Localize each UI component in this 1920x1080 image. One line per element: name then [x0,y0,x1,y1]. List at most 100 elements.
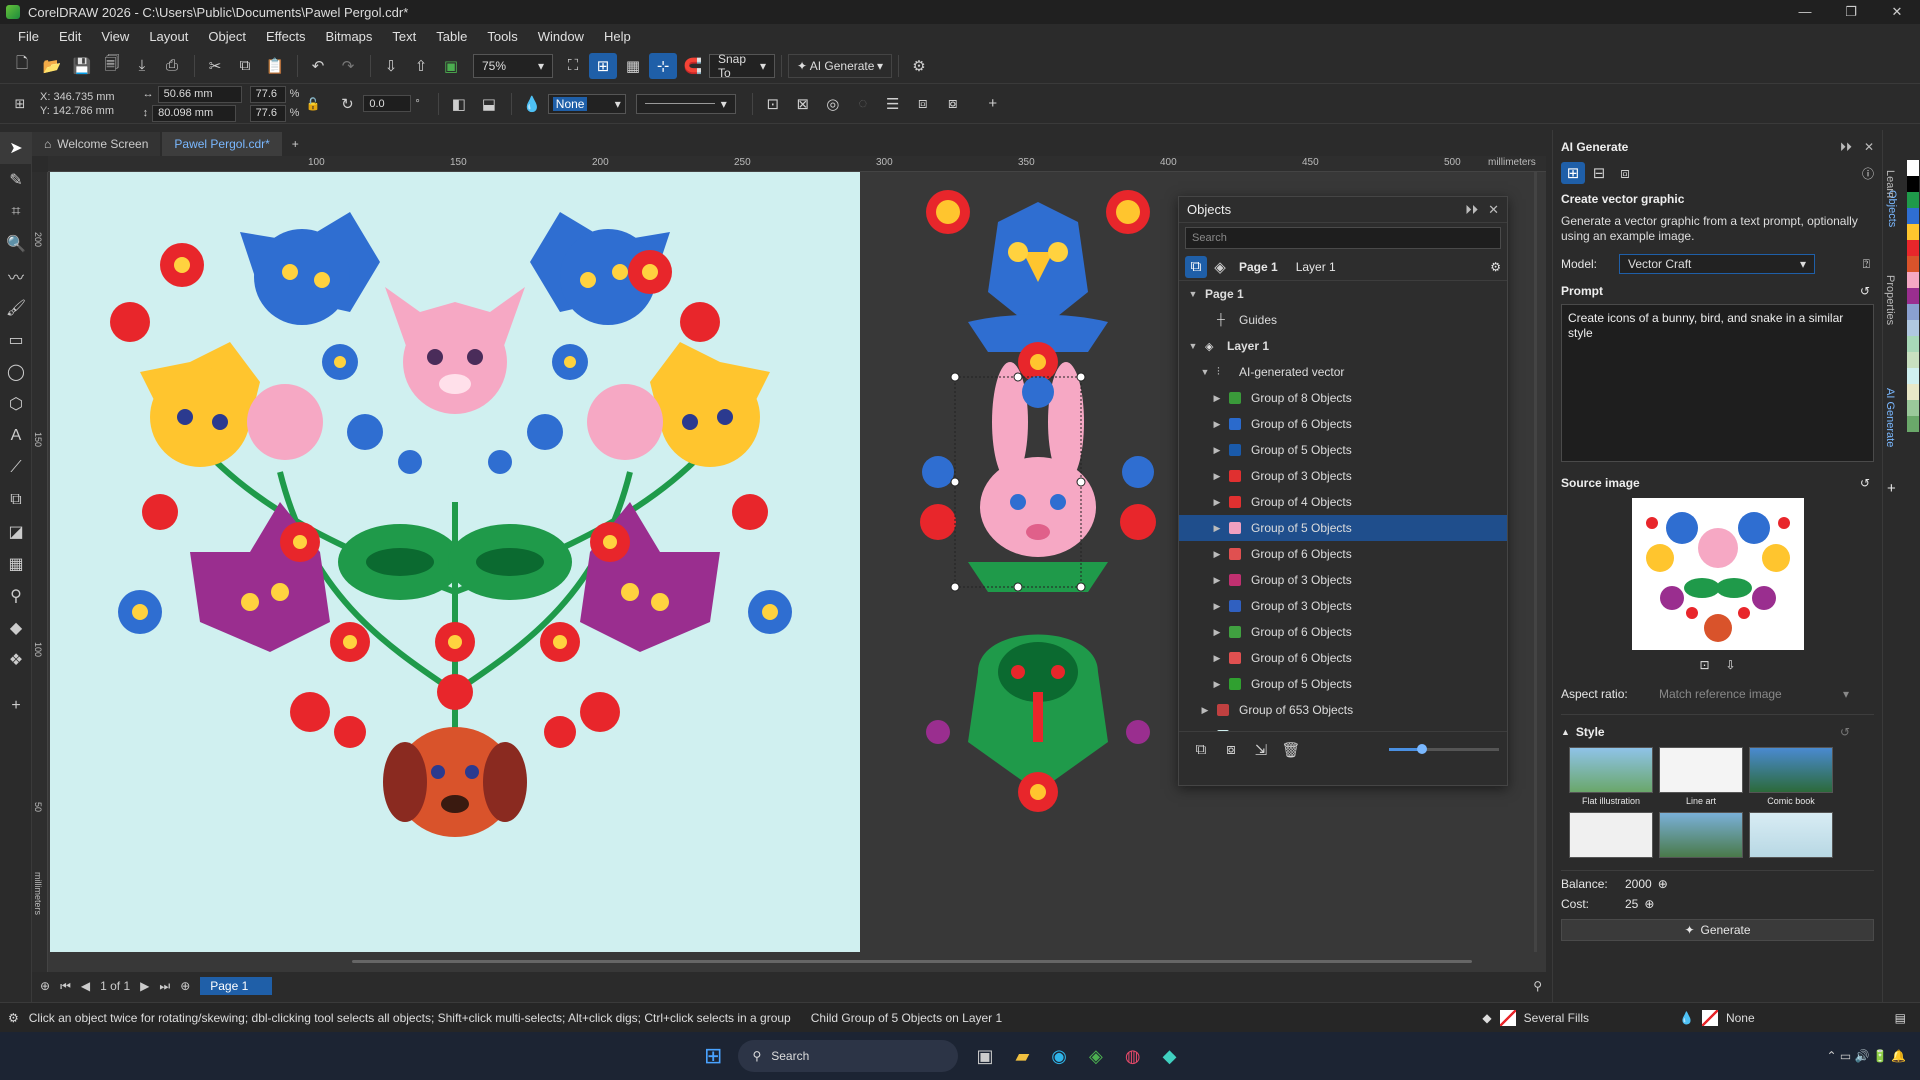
outline-width-dropdown[interactable]: None ▾ [547,93,626,114]
add-tool-icon[interactable]: + [0,690,32,722]
menu-tools[interactable]: Tools [477,29,527,44]
full-screen-icon[interactable]: ⛶ [559,53,587,79]
objects-tree-row[interactable]: ▶ Group of 3 Objects [1179,463,1507,489]
folk-art-artwork[interactable] [50,172,860,952]
break-apart-icon[interactable]: ◌ [849,91,877,117]
ai-generate-dropdown[interactable]: ✦ AI Generate ▾ [788,53,892,78]
text-tool-icon[interactable]: A [0,420,32,452]
lock-ratio-icon[interactable]: 🔓 [299,91,327,117]
expand-arrow-icon[interactable]: ▶ [1211,445,1223,456]
objects-tree-row[interactable]: ▶ Group of 6 Objects [1179,645,1507,671]
objects-tree-row[interactable]: ▶ Group of 8 Objects [1179,385,1507,411]
move-to-layer-icon[interactable]: ⇲ [1247,737,1275,763]
style-line-art[interactable]: Line art [1659,747,1743,806]
upload-image-icon[interactable]: ⇩ [1726,658,1736,672]
generated-icons[interactable] [908,172,1168,972]
combine-icon[interactable]: ◎ [819,91,847,117]
swatch[interactable] [1907,192,1919,208]
objects-tree-row[interactable]: ▶ Group of 3 Objects [1179,567,1507,593]
redo-icon[interactable]: ↷ [334,53,362,79]
new-master-layer-icon[interactable]: ⧇ [1217,737,1245,763]
menu-table[interactable]: Table [426,29,477,44]
zoom-level-dropdown[interactable]: 75% ▾ [473,53,553,78]
reset-prompt-icon[interactable]: ↺ [1860,284,1870,298]
source-image-thumbnail[interactable] [1631,498,1804,650]
expand-arrow-icon[interactable]: ▶ [1211,419,1223,430]
delete-icon[interactable]: 🗑 [1277,737,1305,763]
info-icon[interactable]: ⓘ [1862,165,1874,182]
settings-gear-icon[interactable]: ⚙ [8,1011,19,1025]
eyedropper-icon[interactable]: ⚲ [0,580,32,612]
objects-tree-row[interactable]: ▼ Page 1 [1179,281,1507,307]
menu-file[interactable]: File [8,29,49,44]
minimize-button[interactable]: — [1782,4,1828,20]
swatch[interactable] [1907,224,1919,240]
scale-x-field[interactable]: 77.6 [249,85,286,103]
coreldraw-taskbar-icon[interactable]: ◈ [1089,1046,1103,1067]
zoom-tool-icon[interactable]: 🔍 [0,228,32,260]
vertical-ruler[interactable]: 200 150 100 50 millimeters [32,172,48,972]
ellipse-tool-icon[interactable]: ◯ [0,356,32,388]
menu-view[interactable]: View [91,29,139,44]
shape-tool-icon[interactable]: ✎ [0,164,32,196]
pick-tool-icon[interactable]: ➤ [0,132,32,164]
expand-arrow-icon[interactable]: ▶ [1211,575,1223,586]
model-dropdown[interactable]: Vector Craft ▾ [1619,254,1815,274]
swatch[interactable] [1907,384,1919,400]
smart-fill-icon[interactable]: ❖ [0,644,32,676]
swatch[interactable] [1907,352,1919,368]
objects-tree-row[interactable]: ▶ Group of 5 Objects [1179,515,1507,541]
model-help-icon[interactable]: ⍰ [1863,257,1870,272]
docker-tab-properties[interactable]: Properties [1884,275,1896,325]
copy-icon[interactable]: ⧉ [231,53,259,79]
expand-arrow-icon[interactable]: ▶ [1211,497,1223,508]
expand-arrow-icon[interactable]: ▼ [1199,367,1211,377]
style-option-5[interactable] [1659,812,1743,858]
aspect-ratio-dropdown[interactable]: Match reference image ▾ [1651,684,1857,704]
swatch[interactable] [1907,320,1919,336]
ungroup-icon[interactable]: ⊠ [789,91,817,117]
fill-swatch[interactable] [1499,1009,1516,1026]
expand-arrow-icon[interactable]: ▶ [1211,523,1223,534]
expand-icon[interactable]: ⏵⏵ [1465,202,1478,218]
swatch[interactable] [1907,336,1919,352]
show-guides-icon[interactable]: ⊹ [649,52,677,79]
current-layer[interactable]: Layer 1 [1296,260,1336,274]
undo-icon[interactable]: ↶ [304,53,332,79]
last-page-icon[interactable]: ⏭ [159,979,170,994]
restore-button[interactable]: ❐ [1828,4,1874,20]
next-page-icon[interactable]: ▶ [140,979,149,993]
vertical-scrollbar[interactable] [1534,172,1537,952]
page-view-icon[interactable]: ⧉ [1185,255,1207,278]
objects-tree-row[interactable]: ▼ ⫶ AI-generated vector [1179,359,1507,385]
outline-icon[interactable]: 💧 [1679,1011,1694,1025]
objects-tree-row[interactable]: ▶ Group of 6 Objects [1179,411,1507,437]
style-option-6[interactable] [1749,812,1833,858]
objects-tree-row[interactable]: ▼ ◈ Layer 1 [1179,333,1507,359]
edge-browser-icon[interactable]: ◉ [1051,1046,1067,1067]
layer-icon[interactable]: ◈ [1209,256,1231,278]
app-icon[interactable]: ◆ [1163,1046,1177,1067]
cut-icon[interactable]: ✂ [201,53,229,79]
publish-pdf-icon[interactable]: ▣ [437,53,465,79]
crop-tool-icon[interactable]: ⌗ [0,196,32,228]
objects-tree-row[interactable]: ▶ Group of 6 Objects [1179,619,1507,645]
menu-bitmaps[interactable]: Bitmaps [315,29,382,44]
current-page[interactable]: Page 1 [1239,260,1278,274]
swatch[interactable] [1907,288,1919,304]
fill-tool-icon[interactable]: ◆ [0,612,32,644]
snake-icon[interactable] [926,634,1150,813]
group-icon[interactable]: ⊡ [759,91,787,117]
swatch[interactable] [1907,240,1919,256]
task-view-icon[interactable]: ▣ [976,1046,993,1067]
document-page[interactable] [50,172,860,952]
show-grid-icon[interactable]: ▦ [619,53,647,79]
objects-search-input[interactable]: Search [1185,227,1501,249]
new-document-icon[interactable]: 🗋 [8,53,36,79]
export-file-icon[interactable]: ⇧ [407,53,435,79]
swatch[interactable] [1907,304,1919,320]
style-comic-book[interactable]: Comic book [1749,747,1833,806]
swatch[interactable] [1907,272,1919,288]
mirror-horizontal-icon[interactable]: ◧ [445,91,473,117]
app-icon[interactable]: ◍ [1125,1046,1141,1067]
